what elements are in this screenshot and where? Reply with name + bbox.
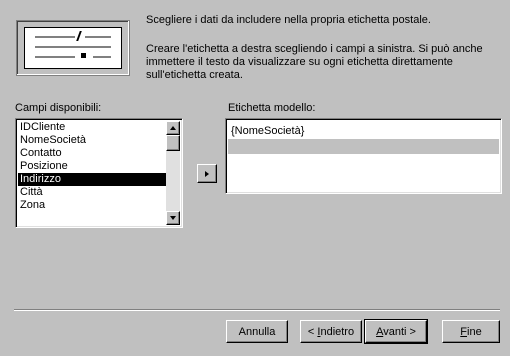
label-card-icon xyxy=(24,27,122,69)
intro-line-2: Creare l'etichetta a destra scegliendo i… xyxy=(146,43,483,81)
sample-label-row[interactable]: {NomeSocietà} xyxy=(228,123,499,139)
label-line xyxy=(35,46,111,48)
scroll-thumb[interactable] xyxy=(166,135,180,151)
sample-label-editor[interactable]: {NomeSocietà} xyxy=(225,118,502,194)
field-list-item[interactable]: Indirizzo xyxy=(18,173,166,186)
arrow-down-icon xyxy=(170,216,176,220)
available-fields-listbox[interactable]: IDCliente NomeSocietà Contatto Posizione Ind… xyxy=(15,118,183,228)
cancel-button[interactable]: Annulla xyxy=(226,320,288,343)
intro-line-1: Scegliere i dati da includere nella prop… xyxy=(146,14,431,26)
field-list-item[interactable]: Zona xyxy=(18,199,166,212)
field-list-item[interactable]: Città xyxy=(18,186,166,199)
arrow-up-icon xyxy=(170,126,176,130)
back-button[interactable]: < Indietro xyxy=(300,320,362,343)
field-list-item[interactable]: Contatto xyxy=(18,147,166,160)
next-button-label: Avanti > xyxy=(376,325,416,338)
button-separator xyxy=(14,309,500,311)
field-list-item[interactable]: Posizione xyxy=(18,160,166,173)
sample-label-row-highlight[interactable] xyxy=(228,139,499,154)
label-line xyxy=(85,36,111,38)
add-field-button[interactable] xyxy=(197,164,217,183)
mailing-label-picture xyxy=(16,20,130,76)
right-arrow-icon xyxy=(205,170,209,177)
available-fields-items: IDCliente NomeSocietà Contatto Posizione Ind… xyxy=(18,121,182,212)
label-line xyxy=(35,36,75,38)
cursor-mark xyxy=(76,31,82,41)
field-list-item[interactable]: NomeSocietà xyxy=(18,134,166,147)
field-list-item[interactable]: IDCliente xyxy=(18,121,166,134)
comma-mark xyxy=(81,53,86,58)
finish-button[interactable]: Fine xyxy=(442,320,500,343)
finish-button-label: Fine xyxy=(460,325,482,338)
sample-label-caption: Etichetta modello: xyxy=(228,102,316,114)
cancel-button-label: Annulla xyxy=(238,325,276,338)
label-line xyxy=(35,56,75,58)
available-fields-label: Campi disponibili: xyxy=(15,102,102,114)
label-line xyxy=(93,56,111,58)
back-button-label: < Indietro xyxy=(307,325,355,338)
listbox-scrollbar[interactable] xyxy=(166,121,180,225)
scroll-up-button[interactable] xyxy=(166,121,180,135)
next-button[interactable]: Avanti > xyxy=(364,319,428,344)
scroll-down-button[interactable] xyxy=(166,211,180,225)
